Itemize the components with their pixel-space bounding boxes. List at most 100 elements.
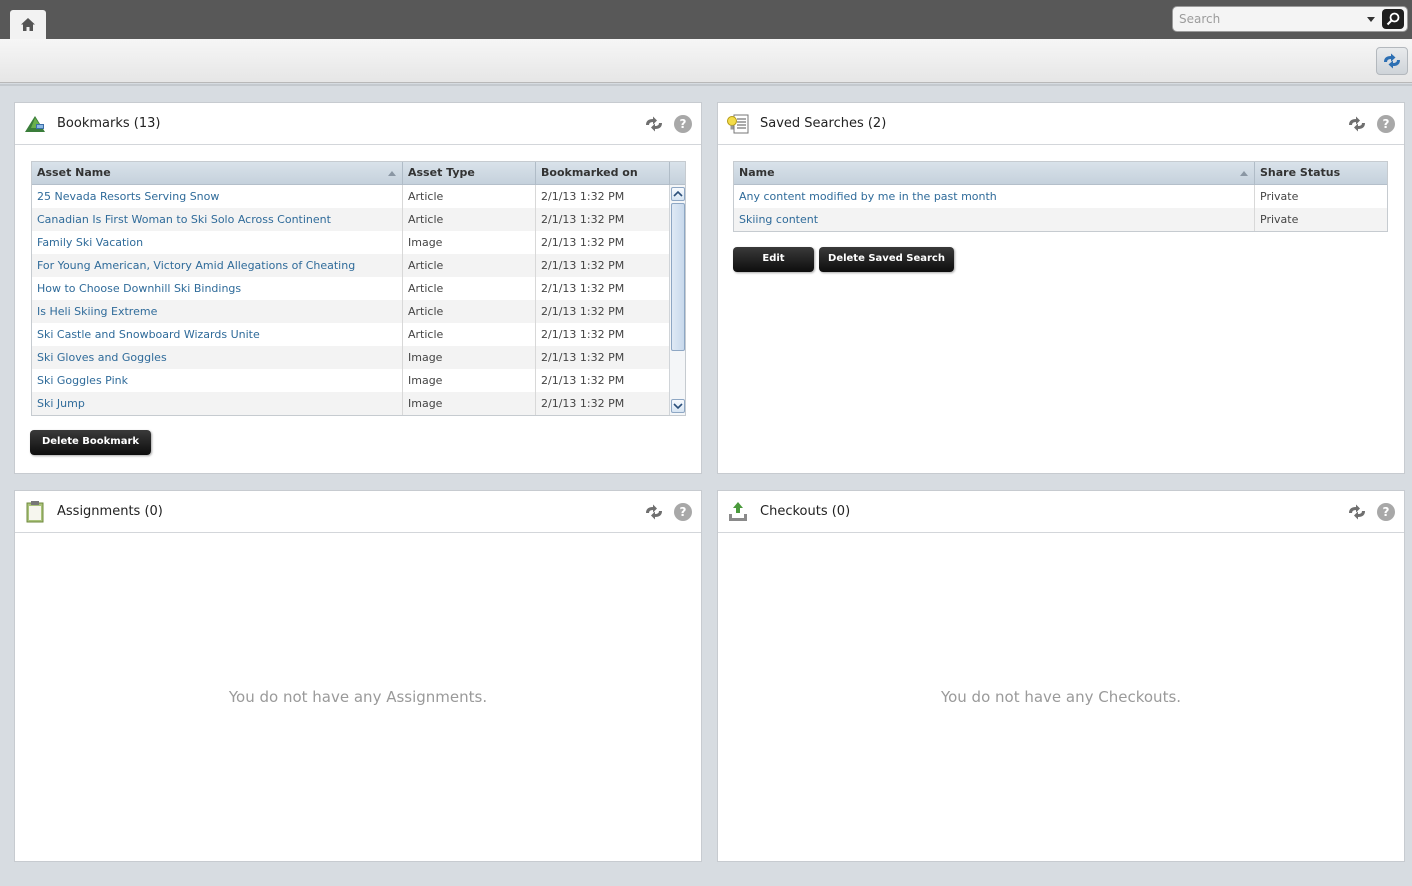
table-row[interactable]: Is Heli Skiing Extreme Article 2/1/13 1:… <box>32 300 669 323</box>
saved-search-icon <box>727 114 749 134</box>
refresh-icon[interactable] <box>1347 503 1367 521</box>
scroll-thumb[interactable] <box>671 203 685 351</box>
asset-name-link[interactable]: For Young American, Victory Amid Allegat… <box>32 254 403 277</box>
asset-name-link[interactable]: Canadian Is First Woman to Ski Solo Acro… <box>32 208 403 231</box>
asset-name-link[interactable]: Ski Gloves and Goggles <box>32 346 403 369</box>
table-row[interactable]: Any content modified by me in the past m… <box>734 185 1387 208</box>
asset-type: Article <box>403 277 536 300</box>
refresh-icon[interactable] <box>644 115 664 133</box>
asset-name-link[interactable]: Ski Jump <box>32 392 403 415</box>
bookmarked-on: 2/1/13 1:32 PM <box>541 190 625 203</box>
search-icon <box>1386 12 1400 26</box>
panel-title: Bookmarks (13) <box>57 116 161 131</box>
table-row[interactable]: How to Choose Downhill Ski Bindings Arti… <box>32 277 669 300</box>
bookmarked-on: 2/1/13 1:32 PM <box>541 397 625 410</box>
table-row[interactable]: 25 Nevada Resorts Serving Snow Article 2… <box>32 185 669 208</box>
divider <box>0 84 1412 86</box>
table-row[interactable]: Ski Jump Image 2/1/13 1:32 PM <box>32 392 669 415</box>
panel-header: Assignments (0) ? <box>15 491 701 533</box>
share-status: Private <box>1260 213 1299 226</box>
panel-title: Checkouts (0) <box>760 504 851 519</box>
refresh-icon <box>1384 53 1400 69</box>
asset-name-link[interactable]: How to Choose Downhill Ski Bindings <box>32 277 403 300</box>
empty-message: You do not have any Assignments. <box>228 688 488 706</box>
panel-header: Saved Searches (2) ? <box>718 103 1404 145</box>
column-header-bookmarked-on[interactable]: Bookmarked on <box>536 162 670 185</box>
asset-type: Image <box>403 392 536 415</box>
column-header-asset-name[interactable]: Asset Name <box>32 162 403 185</box>
table-row[interactable]: For Young American, Victory Amid Allegat… <box>32 254 669 277</box>
table-row[interactable]: Canadian Is First Woman to Ski Solo Acro… <box>32 208 669 231</box>
checkouts-panel: Checkouts (0) ? You do not have any Chec… <box>717 490 1405 862</box>
saved-search-link[interactable]: Any content modified by me in the past m… <box>734 185 1255 208</box>
bookmarked-on: 2/1/13 1:32 PM <box>541 259 625 272</box>
clipboard-icon <box>26 501 44 523</box>
refresh-icon[interactable] <box>644 503 664 521</box>
asset-name-link[interactable]: Ski Castle and Snowboard Wizards Unite <box>32 323 403 346</box>
asset-name-link[interactable]: Ski Goggles Pink <box>32 369 403 392</box>
table-row[interactable]: Ski Gloves and Goggles Image 2/1/13 1:32… <box>32 346 669 369</box>
bookmarked-on: 2/1/13 1:32 PM <box>541 236 625 249</box>
table-row[interactable]: Skiing content Private <box>734 208 1387 231</box>
edit-button[interactable]: Edit <box>733 247 814 272</box>
sort-ascending-icon <box>1240 171 1248 176</box>
asset-type: Article <box>403 323 536 346</box>
share-status: Private <box>1260 190 1299 203</box>
empty-message: You do not have any Checkouts. <box>940 688 1182 706</box>
bookmarked-on: 2/1/13 1:32 PM <box>541 328 625 341</box>
saved-searches-table: Name Share Status Any content modified b… <box>733 161 1388 232</box>
asset-name-link[interactable]: 25 Nevada Resorts Serving Snow <box>32 185 403 208</box>
delete-saved-search-button[interactable]: Delete Saved Search <box>819 247 954 272</box>
bookmarked-on: 2/1/13 1:32 PM <box>541 213 625 226</box>
bookmarked-on: 2/1/13 1:32 PM <box>541 305 625 318</box>
scroll-down-button[interactable] <box>671 399 685 413</box>
home-icon <box>21 18 35 31</box>
column-header-share-status[interactable]: Share Status <box>1255 162 1387 185</box>
bookmarked-on: 2/1/13 1:32 PM <box>541 282 625 295</box>
search-button[interactable] <box>1382 9 1404 29</box>
scroll-up-button[interactable] <box>671 187 685 201</box>
refresh-all-button[interactable] <box>1376 47 1408 75</box>
toolbar <box>0 39 1412 83</box>
table-row[interactable]: Ski Goggles Pink Image 2/1/13 1:32 PM <box>32 369 669 392</box>
bookmark-icon <box>25 116 45 132</box>
asset-type: Article <box>403 254 536 277</box>
asset-name-link[interactable]: Family Ski Vacation <box>32 231 403 254</box>
asset-type: Image <box>403 346 536 369</box>
vertical-scrollbar[interactable] <box>669 185 685 415</box>
help-icon[interactable]: ? <box>1377 115 1395 133</box>
asset-type: Image <box>403 231 536 254</box>
column-header-asset-type[interactable]: Asset Type <box>403 162 536 185</box>
assignments-panel: Assignments (0) ? You do not have any As… <box>14 490 702 862</box>
delete-bookmark-button[interactable]: Delete Bookmark <box>30 430 151 455</box>
search-box <box>1172 6 1408 32</box>
table-header: Name Share Status <box>734 162 1387 185</box>
saved-searches-panel: Saved Searches (2) ? Name Share Status A… <box>717 102 1405 474</box>
bookmarked-on: 2/1/13 1:32 PM <box>541 351 625 364</box>
sort-ascending-icon <box>388 171 396 176</box>
table-header: Asset Name Asset Type Bookmarked on <box>32 162 685 185</box>
column-header-name[interactable]: Name <box>734 162 1255 185</box>
chevron-down-icon <box>673 403 683 410</box>
help-icon[interactable]: ? <box>674 503 692 521</box>
table-row[interactable]: Ski Castle and Snowboard Wizards Unite A… <box>32 323 669 346</box>
chevron-up-icon <box>673 190 683 197</box>
asset-type: Article <box>403 300 536 323</box>
home-tab[interactable] <box>10 10 46 39</box>
help-icon[interactable]: ? <box>674 115 692 133</box>
bookmarks-table: Asset Name Asset Type Bookmarked on 25 N… <box>31 161 686 416</box>
refresh-icon[interactable] <box>1347 115 1367 133</box>
saved-search-link[interactable]: Skiing content <box>734 208 1255 231</box>
bookmarks-panel: Bookmarks (13) ? Asset Name Asset Type B… <box>14 102 702 474</box>
chevron-down-icon[interactable] <box>1365 14 1377 24</box>
panel-header: Bookmarks (13) ? <box>15 103 701 145</box>
help-icon[interactable]: ? <box>1377 503 1395 521</box>
asset-type: Article <box>403 208 536 231</box>
asset-type: Image <box>403 369 536 392</box>
top-bar <box>0 0 1412 39</box>
search-input[interactable] <box>1179 10 1359 28</box>
bookmarked-on: 2/1/13 1:32 PM <box>541 374 625 387</box>
table-row[interactable]: Family Ski Vacation Image 2/1/13 1:32 PM <box>32 231 669 254</box>
asset-name-link[interactable]: Is Heli Skiing Extreme <box>32 300 403 323</box>
asset-type: Article <box>403 185 536 208</box>
